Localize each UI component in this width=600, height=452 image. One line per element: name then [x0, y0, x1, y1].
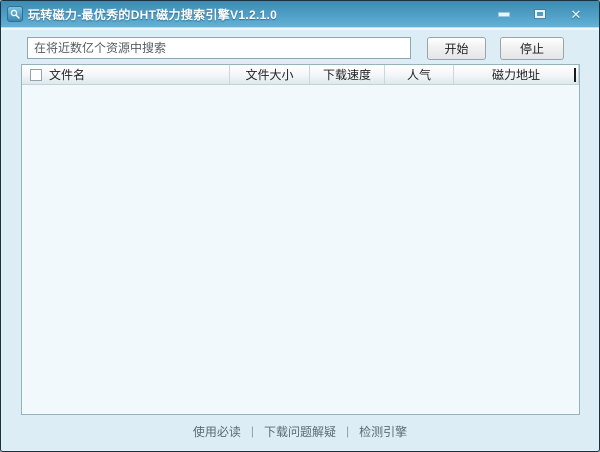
results-empty-area[interactable] — [22, 85, 579, 414]
stop-button[interactable]: 停止 — [500, 37, 564, 60]
app-window: 玩转磁力-最优秀的DHT磁力搜索引擎V1.2.1.0 ✕ 开始 停止 文件名 文… — [0, 0, 600, 452]
footer-separator: | — [250, 424, 254, 438]
column-header-filename-label: 文件名 — [49, 68, 86, 82]
maximize-button[interactable] — [527, 5, 553, 23]
footer-separator: | — [346, 424, 350, 438]
footer-links: 使用必读 | 下载问题解疑 | 检测引擎 — [1, 422, 599, 440]
link-download-faq[interactable]: 下载问题解疑 — [264, 423, 336, 440]
column-header-speed[interactable]: 下载速度 — [310, 65, 385, 84]
results-header-row: 文件名 文件大小 下载速度 人气 磁力地址 — [22, 65, 579, 85]
minimize-button[interactable] — [491, 5, 517, 23]
search-input[interactable] — [27, 37, 411, 59]
app-magnifier-icon — [7, 6, 23, 22]
title-bar: 玩转磁力-最优秀的DHT磁力搜索引擎V1.2.1.0 ✕ — [1, 1, 599, 30]
close-button[interactable]: ✕ — [563, 5, 589, 23]
column-header-magnet[interactable]: 磁力地址 — [454, 65, 579, 84]
link-check-engine[interactable]: 检测引擎 — [359, 423, 407, 440]
results-listview: 文件名 文件大小 下载速度 人气 磁力地址 — [21, 64, 580, 415]
window-controls: ✕ — [491, 5, 593, 23]
column-header-popularity[interactable]: 人气 — [385, 65, 454, 84]
header-edge-mark — [574, 68, 576, 82]
column-header-filesize[interactable]: 文件大小 — [230, 65, 310, 84]
column-header-filename[interactable]: 文件名 — [22, 65, 230, 84]
window-title: 玩转磁力-最优秀的DHT磁力搜索引擎V1.2.1.0 — [28, 7, 278, 22]
start-button[interactable]: 开始 — [427, 37, 486, 60]
link-usage-readme[interactable]: 使用必读 — [193, 423, 241, 440]
select-all-checkbox[interactable] — [30, 68, 42, 81]
